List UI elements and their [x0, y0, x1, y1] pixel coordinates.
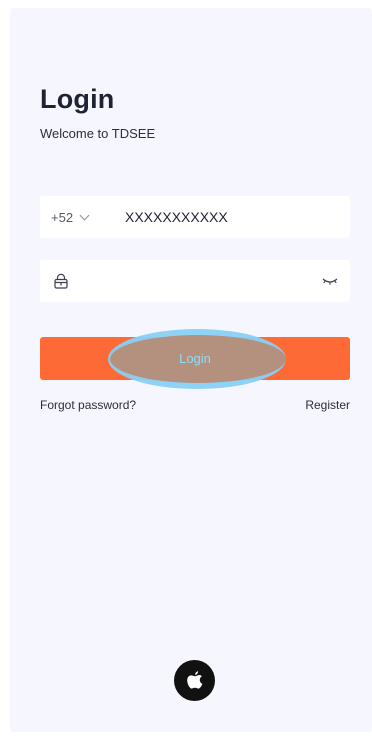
- phone-input[interactable]: [125, 196, 325, 238]
- apple-login-button[interactable]: [174, 660, 215, 701]
- password-field: [40, 260, 350, 302]
- forgot-password-link[interactable]: Forgot password?: [40, 398, 136, 412]
- country-code-label: +52: [51, 209, 74, 225]
- page-title: Login: [40, 84, 115, 114]
- eye-closed-icon[interactable]: [322, 274, 338, 288]
- lock-icon: [54, 273, 68, 289]
- phone-field: +52: [40, 196, 350, 238]
- login-button-label: Login: [179, 351, 211, 366]
- password-input[interactable]: [80, 260, 300, 302]
- page-subtitle: Welcome to TDSEE: [40, 126, 156, 141]
- login-button[interactable]: Login: [40, 329, 350, 389]
- apple-icon: [186, 670, 202, 689]
- register-link[interactable]: Register: [305, 398, 350, 412]
- country-code-selector[interactable]: +52: [51, 196, 90, 238]
- login-screen: Login Welcome to TDSEE +52 Login F: [10, 8, 372, 732]
- chevron-down-icon: [79, 210, 90, 221]
